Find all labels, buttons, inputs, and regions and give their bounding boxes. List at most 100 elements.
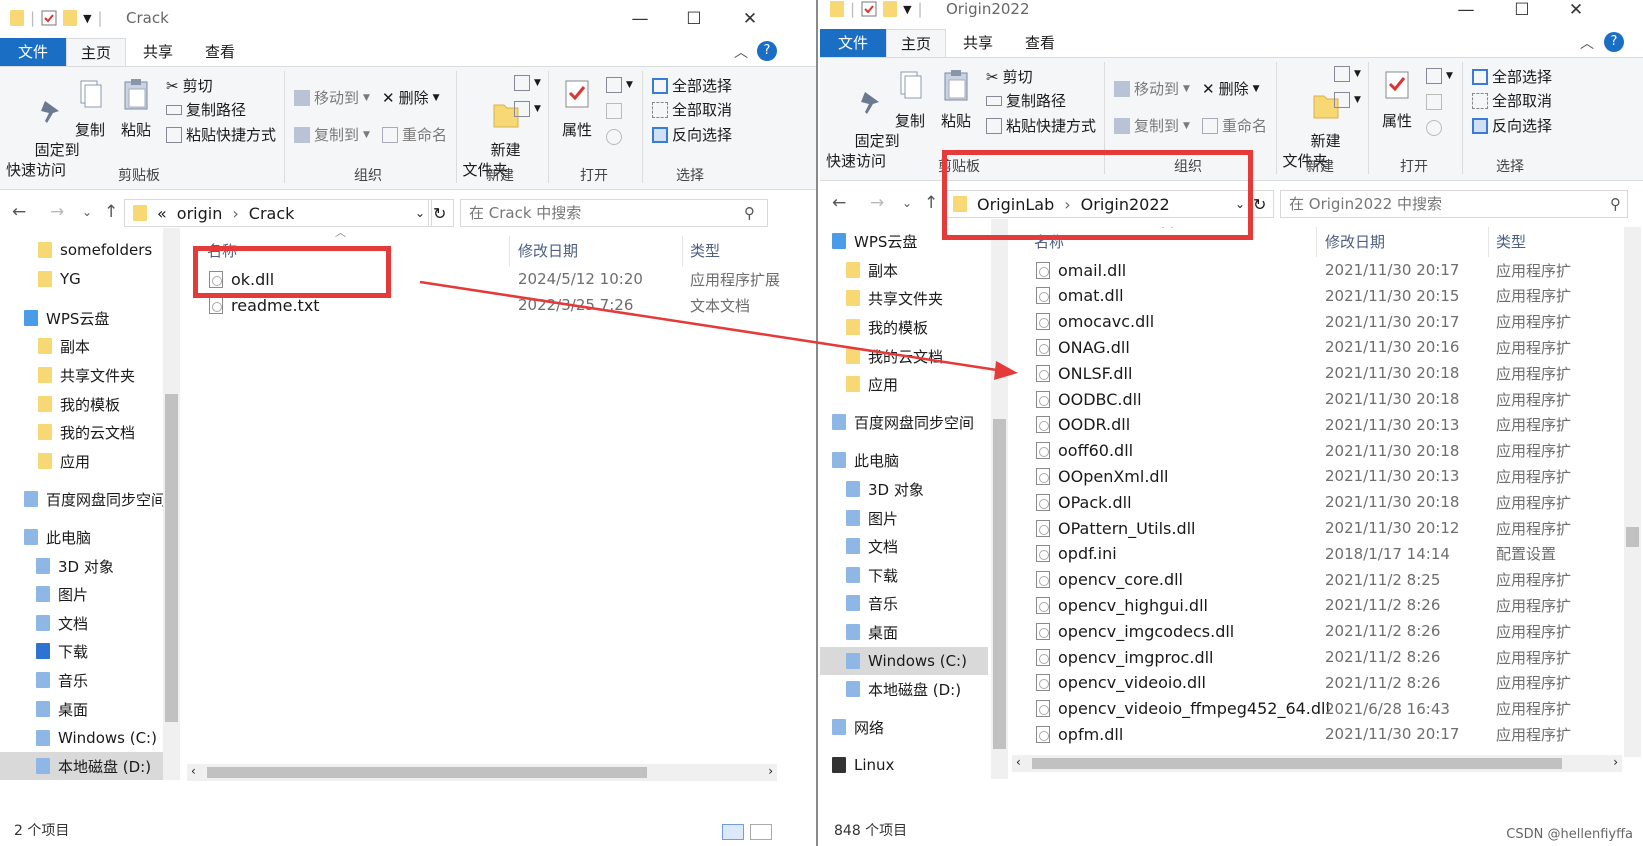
minimize-button[interactable]: — xyxy=(614,4,666,34)
breadcrumb-crack[interactable]: Crack xyxy=(249,204,295,223)
breadcrumb-origin[interactable]: origin xyxy=(177,204,223,223)
file-row[interactable]: omocavc.dll 2021/11/30 20:17 应用程序扩 xyxy=(1012,309,1624,335)
customize-qa-icon[interactable]: ▼ xyxy=(903,3,911,16)
nav-item[interactable]: 桌面 xyxy=(0,695,180,723)
nav-item[interactable]: 本地磁盘 (D:) xyxy=(0,752,180,780)
address-bar[interactable]: « origin › Crack ⌄ xyxy=(124,199,432,227)
pin-quick-access-button[interactable]: 固定到 快速访问 xyxy=(6,77,80,200)
file-row[interactable]: opencv_imgcodecs.dll 2021/11/2 8:26 应用程序扩 xyxy=(1012,618,1624,644)
select-all-button[interactable]: 全部选择 xyxy=(652,75,732,96)
easy-access-button[interactable]: ▼ xyxy=(514,101,541,117)
file-row[interactable]: opfm.dll 2021/11/30 20:17 应用程序扩 xyxy=(1012,721,1624,747)
copy-button[interactable]: 复制 xyxy=(892,68,928,131)
nav-scrollbar[interactable] xyxy=(991,219,1008,779)
new-folder-icon[interactable] xyxy=(883,1,898,17)
horizontal-scrollbar[interactable]: ‹ › xyxy=(187,764,777,781)
new-item-button[interactable]: ▼ xyxy=(1334,66,1361,82)
copy-path-button[interactable]: 复制路径 xyxy=(166,99,246,120)
maximize-button[interactable]: ☐ xyxy=(1496,0,1548,25)
recent-dropdown-icon[interactable]: ⌄ xyxy=(902,196,912,210)
tab-file[interactable]: 文件 xyxy=(820,29,886,57)
nav-item[interactable]: 桌面 xyxy=(820,618,988,646)
large-icons-view-icon[interactable] xyxy=(750,824,772,840)
nav-item[interactable]: 文档 xyxy=(820,532,988,560)
file-row[interactable]: OPattern_Utils.dll 2021/11/30 20:12 应用程序扩 xyxy=(1012,515,1624,541)
pin-quick-access-button[interactable]: 固定到 快速访问 xyxy=(826,68,900,191)
forward-button[interactable]: → xyxy=(870,193,884,213)
cut-button[interactable]: ✂ 剪切 xyxy=(166,75,213,96)
back-button[interactable]: ← xyxy=(832,193,846,213)
nav-item[interactable]: 共享文件夹 xyxy=(0,361,180,389)
paste-button[interactable]: 粘贴 xyxy=(118,77,154,140)
column-header-type[interactable]: 类型 xyxy=(1496,227,1526,257)
nav-item[interactable]: Windows (C:) xyxy=(0,724,180,752)
column-header-date[interactable]: 修改日期 xyxy=(518,236,578,266)
new-item-button[interactable]: ▼ xyxy=(514,75,541,91)
collapse-ribbon-icon[interactable]: ︿ xyxy=(734,42,748,62)
copy-path-button[interactable]: 复制路径 xyxy=(986,90,1066,111)
nav-item[interactable]: 文档 xyxy=(0,609,180,637)
move-to-button[interactable]: 移动到 ▼ xyxy=(294,87,370,108)
nav-item[interactable]: 此电脑 xyxy=(0,523,180,551)
paste-button[interactable]: 粘贴 xyxy=(938,68,974,131)
nav-item[interactable]: 我的模板 xyxy=(0,390,180,418)
file-row[interactable]: OOpenXml.dll 2021/11/30 20:13 应用程序扩 xyxy=(1012,463,1624,489)
nav-item[interactable]: WPS云盘 xyxy=(0,304,180,332)
nav-item[interactable]: 我的云文档 xyxy=(820,342,988,370)
open-button[interactable]: ▼ xyxy=(606,77,633,93)
column-header-date[interactable]: 修改日期 xyxy=(1325,227,1385,257)
nav-item[interactable]: 应用 xyxy=(0,447,180,475)
nav-item[interactable]: 下载 xyxy=(820,561,988,589)
file-row[interactable]: ooff60.dll 2021/11/30 20:18 应用程序扩 xyxy=(1012,438,1624,464)
copy-button[interactable]: 复制 xyxy=(72,77,108,140)
help-icon[interactable]: ? xyxy=(757,41,777,61)
tab-share[interactable]: 共享 xyxy=(130,38,186,66)
column-header-type[interactable]: 类型 xyxy=(690,236,720,266)
nav-item[interactable]: 百度网盘同步空间 xyxy=(820,408,988,436)
file-list-scrollbar[interactable] xyxy=(1624,227,1641,757)
nav-item[interactable]: 网络 xyxy=(820,713,988,741)
nav-item[interactable]: 副本 xyxy=(820,256,988,284)
select-none-button[interactable]: 全部取消 xyxy=(652,99,732,120)
file-row[interactable]: opencv_videoio_ffmpeg452_64.dll 2021/6/28… xyxy=(1012,696,1624,722)
nav-item[interactable]: somefolders xyxy=(0,236,180,264)
collapse-ribbon-icon[interactable]: ︿ xyxy=(1580,33,1594,53)
nav-item[interactable]: YG xyxy=(0,265,180,293)
file-row[interactable]: omail.dll 2021/11/30 20:17 应用程序扩 xyxy=(1012,257,1624,283)
file-row[interactable]: OODR.dll 2021/11/30 20:13 应用程序扩 xyxy=(1012,412,1624,438)
tab-share[interactable]: 共享 xyxy=(950,29,1006,57)
nav-item[interactable]: 音乐 xyxy=(0,666,180,694)
properties-check-icon[interactable] xyxy=(41,10,57,26)
nav-item[interactable]: 音乐 xyxy=(820,589,988,617)
file-row[interactable]: omat.dll 2021/11/30 20:15 应用程序扩 xyxy=(1012,283,1624,309)
file-row[interactable]: opencv_highgui.dll 2021/11/2 8:26 应用程序扩 xyxy=(1012,592,1624,618)
invert-selection-button[interactable]: 反向选择 xyxy=(652,124,732,145)
copy-to-button[interactable]: 复制到 ▼ xyxy=(1114,115,1190,136)
properties-button[interactable]: 属性 xyxy=(1376,68,1418,131)
tab-file[interactable]: 文件 xyxy=(0,38,66,66)
rename-button[interactable]: 重命名 xyxy=(1202,115,1267,136)
file-row[interactable]: OPack.dll 2021/11/30 20:18 应用程序扩 xyxy=(1012,489,1624,515)
back-button[interactable]: ← xyxy=(12,202,26,222)
tab-home[interactable]: 主页 xyxy=(886,29,946,57)
paste-shortcut-button[interactable]: 粘贴快捷方式 xyxy=(166,124,276,145)
close-button[interactable]: ✕ xyxy=(1550,0,1602,25)
history-button[interactable] xyxy=(1426,120,1442,136)
search-input[interactable]: 在 Origin2022 中搜索 xyxy=(1280,190,1628,218)
edit-button[interactable] xyxy=(1426,94,1442,110)
file-row[interactable]: opencv_videoio.dll 2021/11/2 8:26 应用程序扩 xyxy=(1012,670,1624,696)
details-view-icon[interactable] xyxy=(722,824,744,840)
delete-button[interactable]: ✕ 删除 ▼ xyxy=(1202,78,1260,99)
file-row[interactable]: opencv_core.dll 2021/11/2 8:25 应用程序扩 xyxy=(1012,567,1624,593)
tab-home[interactable]: 主页 xyxy=(66,38,126,66)
cut-button[interactable]: ✂ 剪切 xyxy=(986,66,1033,87)
close-button[interactable]: ✕ xyxy=(724,4,776,34)
nav-item[interactable]: 应用 xyxy=(820,370,988,398)
maximize-button[interactable]: ☐ xyxy=(668,4,720,34)
delete-button[interactable]: ✕ 删除 ▼ xyxy=(382,87,440,108)
nav-item[interactable]: 副本 xyxy=(0,332,180,360)
easy-access-button[interactable]: ▼ xyxy=(1334,92,1361,108)
nav-item[interactable]: 图片 xyxy=(0,580,180,608)
copy-to-button[interactable]: 复制到 ▼ xyxy=(294,124,370,145)
new-folder-icon[interactable] xyxy=(63,10,78,26)
